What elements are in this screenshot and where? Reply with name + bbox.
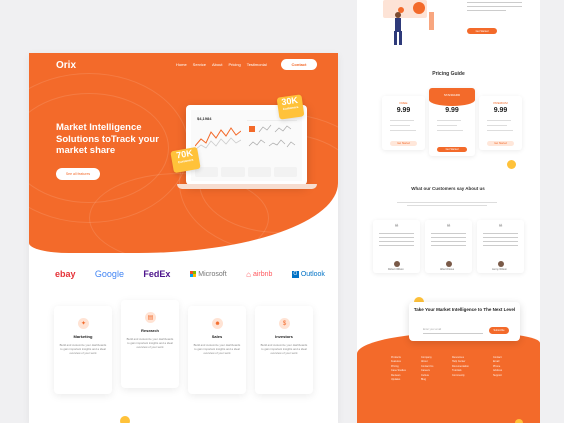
plan-price: 9.99 — [493, 107, 508, 114]
plan-name: PREMIUM — [493, 101, 508, 105]
customer-name: Jenny Wilson — [492, 268, 507, 271]
plan-price: 9.99 — [445, 107, 459, 114]
money-bag-icon: $ — [279, 318, 290, 329]
get-started-button[interactable]: Get Started — [467, 28, 497, 34]
testimonials-title: What our Customers say About us — [411, 186, 485, 191]
subscribe-box: Take Your Market Intelligence to The Nex… — [409, 302, 520, 341]
nav-testimonial[interactable]: Testimonial — [247, 62, 267, 67]
service-card-sales[interactable]: ☻ Sales Build and customize your dashboa… — [188, 306, 246, 394]
card-desc: Build and customize your dashboards to g… — [260, 343, 308, 356]
decor-dot — [120, 416, 130, 423]
document-icon: ▤ — [145, 312, 156, 323]
pricing-card-standard[interactable]: STANDARD 9.99 Get Started — [429, 88, 475, 156]
landing-page: Orix Home Service About Pricing Testimon… — [29, 53, 338, 423]
card-title: Investors — [275, 334, 293, 339]
main-nav: Home Service About Pricing Testimonial — [176, 62, 267, 67]
nav-home[interactable]: Home — [176, 62, 187, 67]
nav-service[interactable]: Service — [193, 62, 206, 67]
people-icon: ☻ — [212, 318, 223, 329]
customers-badge-left: 70K Customers — [170, 146, 201, 174]
hero-section: Orix Home Service About Pricing Testimon… — [29, 53, 338, 253]
customers-badge-top: 30K Customers — [276, 94, 305, 120]
decor-dot — [507, 160, 516, 169]
plan-name: FREE — [399, 101, 408, 105]
megaphone-icon: ✦ — [78, 318, 89, 329]
top-text-block — [467, 2, 522, 11]
pricing-card-free[interactable]: FREE 9.99 Get Started — [382, 96, 425, 150]
testimonials-subtitle — [397, 202, 497, 206]
decor-dot — [515, 419, 523, 423]
person-illustration — [383, 0, 434, 45]
card-desc: Build and customize your dashboards to g… — [126, 337, 174, 350]
customer-name: Albert Flores — [440, 268, 455, 271]
service-card-marketing[interactable]: ✦ Marketing Build and customize your das… — [54, 306, 112, 394]
plan-button[interactable]: Get Started — [437, 147, 467, 152]
airbnb-logo: ⌂ airbnb — [246, 269, 273, 279]
hero-title: Market Intelligence Solutions toTrack yo… — [56, 122, 159, 156]
plan-button[interactable]: Get Started — [390, 141, 417, 146]
dashboard-mini-charts — [247, 120, 297, 148]
avatar — [498, 261, 504, 267]
laptop-base — [177, 184, 317, 189]
subscribe-title: Take Your Market Intelligence to The Nex… — [413, 307, 516, 312]
customer-name: Robert Wilson — [388, 268, 404, 271]
preview-page: Get Started Pricing Guide FREE 9.99 Get … — [357, 0, 540, 423]
outlook-logo: O Outlook — [291, 270, 325, 278]
service-cards: ✦ Marketing Build and customize your das… — [54, 300, 313, 394]
card-desc: Build and customize your dashboards to g… — [59, 343, 107, 356]
contact-button[interactable]: Contact — [281, 59, 317, 70]
card-title: Research — [140, 328, 159, 333]
card-title: Marketing — [73, 334, 93, 339]
logo[interactable]: Orix — [56, 60, 76, 71]
plan-price: 9.99 — [396, 107, 411, 114]
service-card-investors[interactable]: $ Investors Build and customize your das… — [255, 306, 313, 394]
nav-pricing[interactable]: Pricing — [228, 62, 240, 67]
see-features-button[interactable]: See all features — [56, 168, 100, 180]
fedex-logo: FedEx — [143, 269, 171, 279]
footer: Products Features Pricing Case Studies Revie… — [357, 332, 540, 423]
microsoft-logo: Microsoft — [189, 271, 227, 278]
ebay-logo: ebay — [55, 269, 76, 279]
plan-button[interactable]: Get Started — [487, 141, 514, 146]
pricing-card-premium[interactable]: PREMIUM 9.99 Get Started — [479, 96, 522, 150]
email-input[interactable]: Enter your email — [423, 328, 483, 334]
google-logo: Google — [94, 269, 124, 279]
pricing-title: Pricing Guide — [432, 71, 465, 77]
plan-name: STANDARD — [443, 93, 461, 97]
avatar — [446, 261, 452, 267]
nav-about[interactable]: About — [212, 62, 222, 67]
card-desc: Build and customize your dashboards to g… — [193, 343, 241, 356]
dashboard-line-chart — [195, 127, 241, 151]
service-card-research[interactable]: ▤ Research Build and customize your dash… — [121, 300, 179, 388]
card-title: Sales — [211, 334, 223, 339]
dashboard-value: $4,1984 — [197, 116, 212, 121]
brand-logos: ebay Google FedEx Microsoft ⌂ airbnb O O… — [55, 269, 325, 279]
subscribe-button[interactable]: Subscribe — [489, 327, 509, 334]
avatar — [394, 261, 400, 267]
